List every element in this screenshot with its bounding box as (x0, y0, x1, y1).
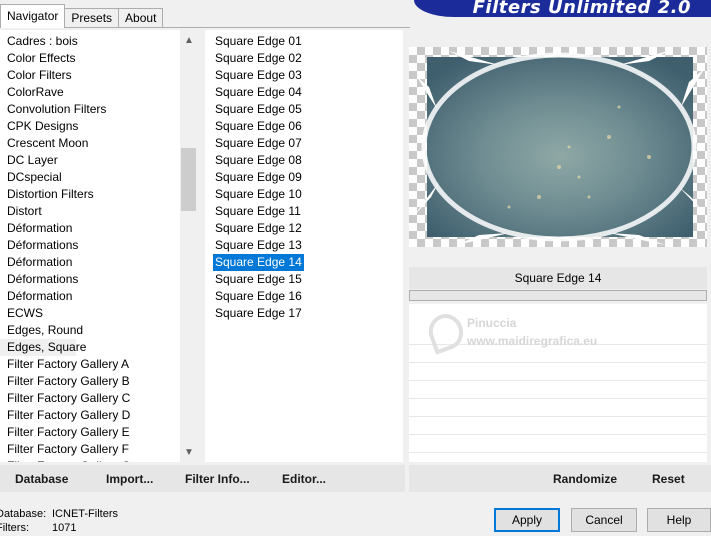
parameter-area: Pinuccia www.maidiregrafica.eu (409, 304, 707, 462)
filters-count-value: 1071 (52, 522, 77, 534)
tab-about[interactable]: About (118, 8, 164, 28)
category-item[interactable]: Crescent Moon (0, 135, 180, 152)
category-item[interactable]: Distort (0, 203, 180, 220)
category-item[interactable]: ECWS (0, 305, 180, 322)
database-value: ICNET-Filters (52, 508, 118, 520)
scroll-up-icon[interactable]: ▲ (180, 32, 198, 50)
filter-info-button[interactable]: Filter Info... (185, 472, 250, 486)
apply-button[interactable]: Apply (494, 508, 560, 532)
category-item[interactable]: Filter Factory Gallery F (0, 441, 180, 458)
filter-item[interactable]: Square Edge 14 (213, 254, 304, 271)
filter-item[interactable]: Square Edge 11 (213, 203, 304, 220)
preview-artwork (413, 50, 706, 245)
filter-item[interactable]: Square Edge 01 (213, 33, 304, 50)
category-list-panel: Cadres : bois Color Effects Color Filters C… (0, 30, 198, 462)
watermark-logo-icon (423, 309, 469, 355)
filter-item[interactable]: Square Edge 04 (213, 84, 304, 101)
param-divider (409, 452, 707, 453)
filters-count-label: Filters: (0, 522, 29, 534)
tab-presets[interactable]: Presets (64, 8, 120, 28)
category-list: Cadres : bois Color Effects Color Filters C… (0, 33, 180, 462)
tab-strip: Navigator Presets About (0, 4, 164, 28)
filter-item[interactable]: Square Edge 08 (213, 152, 304, 169)
filter-item[interactable]: Square Edge 07 (213, 135, 304, 152)
cancel-button[interactable]: Cancel (571, 508, 637, 532)
filter-item[interactable]: Square Edge 03 (213, 67, 304, 84)
category-item[interactable]: DCspecial (0, 169, 180, 186)
current-filter-name: Square Edge 14 (409, 267, 707, 289)
category-item[interactable]: Color Filters (0, 67, 180, 84)
status-area: Database: ICNET-Filters Filters: 1071 (0, 507, 118, 535)
category-scrollbar[interactable]: ▲ ▼ (180, 30, 198, 462)
filter-list: Square Edge 01 Square Edge 02 Square Edge … (213, 33, 304, 322)
filter-item[interactable]: Square Edge 06 (213, 118, 304, 135)
left-button-bar: Database Import... Filter Info... Editor… (0, 465, 405, 492)
filter-item[interactable]: Square Edge 16 (213, 288, 304, 305)
param-divider (409, 398, 707, 399)
preview-image (409, 47, 707, 247)
right-button-bar: Randomize Reset (409, 465, 711, 492)
category-item[interactable]: Déformations (0, 237, 180, 254)
editor-button[interactable]: Editor... (282, 472, 326, 486)
category-item[interactable]: Distortion Filters (0, 186, 180, 203)
filter-item[interactable]: Square Edge 17 (213, 305, 304, 322)
scroll-down-icon[interactable]: ▼ (180, 444, 198, 462)
watermark-url: www.maidiregrafica.eu (467, 334, 598, 348)
category-item[interactable]: Filter Factory Gallery G (0, 458, 180, 462)
filter-item[interactable]: Square Edge 10 (213, 186, 304, 203)
category-item[interactable]: Filter Factory Gallery E (0, 424, 180, 441)
category-item[interactable]: CPK Designs (0, 118, 180, 135)
filter-item[interactable]: Square Edge 13 (213, 237, 304, 254)
reset-button[interactable]: Reset (652, 472, 685, 486)
filter-list-panel: Square Edge 01 Square Edge 02 Square Edge … (205, 30, 403, 462)
category-item[interactable]: Filter Factory Gallery B (0, 373, 180, 390)
filter-item[interactable]: Square Edge 12 (213, 220, 304, 237)
param-divider (409, 362, 707, 363)
param-divider (409, 434, 707, 435)
category-item[interactable]: Edges, Square (0, 339, 86, 356)
category-item[interactable]: Déformation (0, 254, 180, 271)
filter-item[interactable]: Square Edge 05 (213, 101, 304, 118)
category-item[interactable]: Edges, Round (0, 322, 180, 339)
database-button[interactable]: Database (15, 472, 68, 486)
category-item[interactable]: Filter Factory Gallery C (0, 390, 180, 407)
category-item[interactable]: Filter Factory Gallery D (0, 407, 180, 424)
app-banner: Filters Unlimited 2.0 (414, 0, 711, 17)
banner-title: Filters Unlimited 2.0 (472, 0, 691, 17)
category-item[interactable]: DC Layer (0, 152, 180, 169)
category-item[interactable]: Convolution Filters (0, 101, 180, 118)
randomize-button[interactable]: Randomize (553, 472, 617, 486)
import-button[interactable]: Import... (106, 472, 153, 486)
filter-item[interactable]: Square Edge 02 (213, 50, 304, 67)
watermark-name: Pinuccia (467, 316, 517, 330)
category-item[interactable]: Déformations (0, 271, 180, 288)
filter-item[interactable]: Square Edge 09 (213, 169, 304, 186)
filter-item[interactable]: Square Edge 15 (213, 271, 304, 288)
category-item[interactable]: Déformation (0, 288, 180, 305)
category-item[interactable]: ColorRave (0, 84, 180, 101)
category-item[interactable]: Déformation (0, 220, 180, 237)
category-item[interactable]: Filter Factory Gallery A (0, 356, 180, 373)
database-label: Database: (0, 508, 47, 520)
category-item[interactable]: Cadres : bois (0, 33, 180, 50)
parameter-slider[interactable] (409, 290, 707, 301)
scroll-thumb[interactable] (181, 148, 196, 211)
help-button[interactable]: Help (647, 508, 711, 532)
param-divider (409, 380, 707, 381)
param-divider (409, 416, 707, 417)
tab-navigator[interactable]: Navigator (0, 4, 66, 28)
category-item[interactable]: Color Effects (0, 50, 180, 67)
